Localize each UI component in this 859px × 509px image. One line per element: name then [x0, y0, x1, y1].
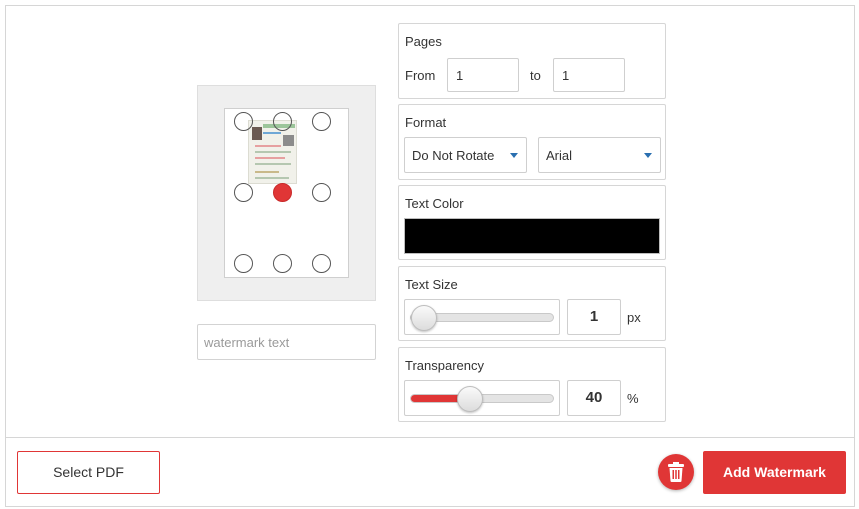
position-middle-center[interactable] [273, 183, 292, 202]
position-middle-right[interactable] [312, 183, 331, 202]
footer-divider [5, 437, 855, 438]
transparency-slider[interactable] [404, 380, 560, 416]
transparency-slider-handle[interactable] [457, 386, 484, 412]
font-selected-value: Arial [546, 148, 573, 163]
transparency-panel: Transparency 40 % [398, 347, 666, 422]
position-bottom-left[interactable] [234, 254, 253, 273]
transparency-title: Transparency [405, 358, 484, 373]
pdf-page-thumbnail [248, 120, 297, 184]
from-page-input[interactable] [447, 58, 519, 92]
watermark-text-input[interactable] [197, 324, 376, 360]
text-size-unit: px [627, 310, 641, 325]
transparency-unit: % [627, 391, 639, 406]
position-top-center[interactable] [273, 112, 292, 131]
chevron-down-icon [510, 153, 518, 158]
rotation-selected-value: Do Not Rotate [412, 148, 495, 163]
add-watermark-button[interactable]: Add Watermark [703, 451, 846, 494]
position-top-left[interactable] [234, 112, 253, 131]
text-color-title: Text Color [405, 196, 464, 211]
trash-icon [668, 462, 684, 482]
pages-panel: Pages From to [398, 23, 666, 99]
position-top-right[interactable] [312, 112, 331, 131]
chevron-down-icon [644, 153, 652, 158]
delete-button[interactable] [658, 454, 694, 490]
text-color-panel: Text Color [398, 185, 666, 260]
position-bottom-center[interactable] [273, 254, 292, 273]
text-size-value[interactable]: 1 [567, 299, 621, 335]
to-label: to [530, 68, 541, 83]
text-size-panel: Text Size 1 px [398, 266, 666, 341]
format-title: Format [405, 115, 447, 130]
position-middle-left[interactable] [234, 183, 253, 202]
text-color-swatch[interactable] [404, 218, 660, 254]
font-select[interactable]: Arial [538, 137, 661, 173]
to-page-input[interactable] [553, 58, 625, 92]
from-label: From [405, 68, 436, 83]
format-panel: Format Do Not Rotate Arial [398, 104, 666, 180]
position-bottom-right[interactable] [312, 254, 331, 273]
transparency-value[interactable]: 40 [567, 380, 621, 416]
rotation-select[interactable]: Do Not Rotate [404, 137, 527, 173]
text-size-slider[interactable] [404, 299, 560, 335]
pages-title: Pages [405, 34, 442, 49]
select-pdf-button[interactable]: Select PDF [17, 451, 160, 494]
text-size-slider-handle[interactable] [411, 305, 437, 331]
text-size-title: Text Size [405, 277, 458, 292]
